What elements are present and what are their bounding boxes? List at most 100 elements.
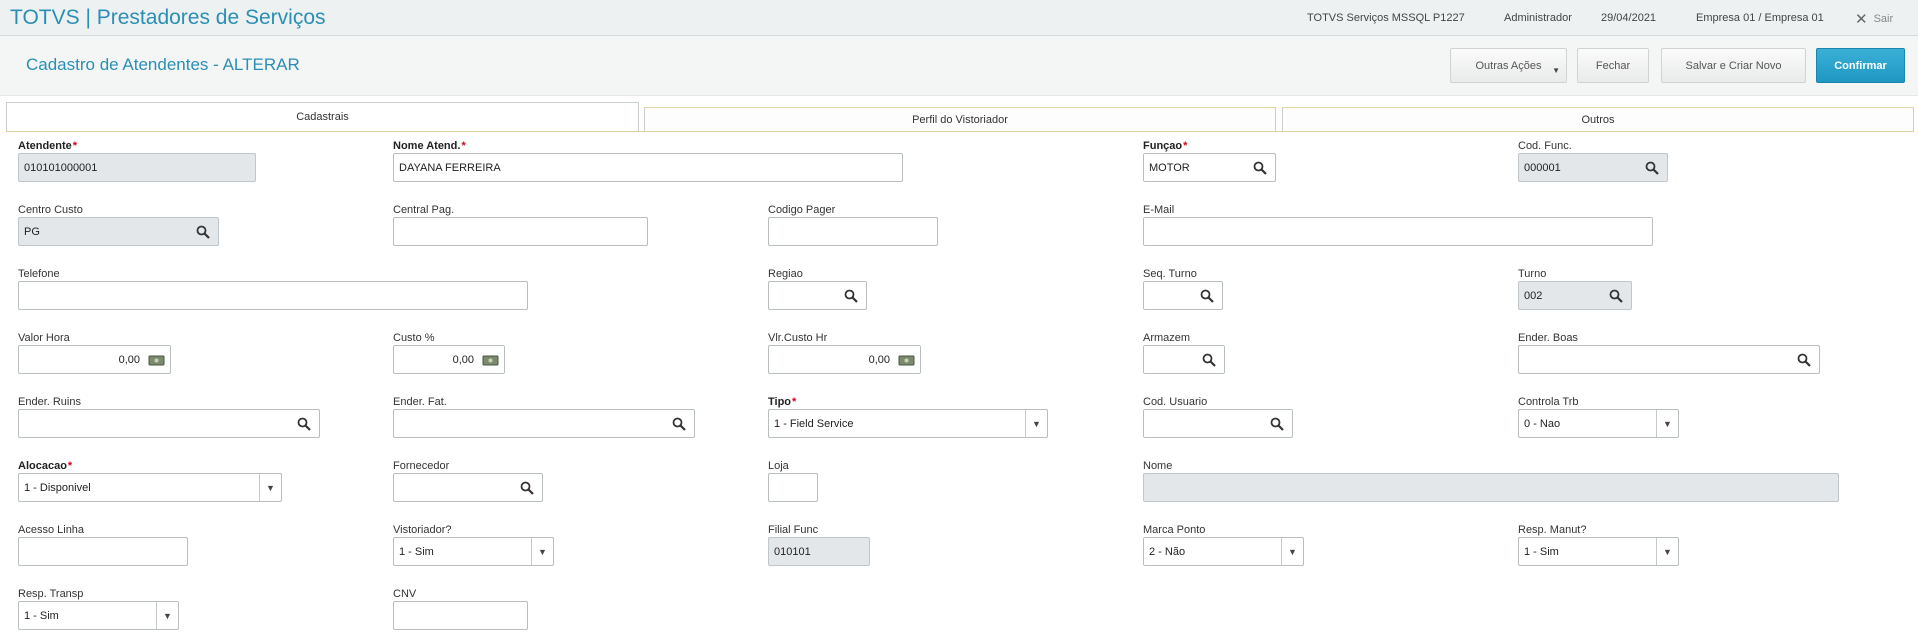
tipo-select[interactable]: 1 - Field Service ▼ (768, 409, 1048, 438)
cod-func-label: Cod. Func. (1518, 140, 1572, 152)
ender-fat-label: Ender. Fat. (393, 396, 447, 408)
loja-field[interactable] (768, 473, 818, 502)
more-actions-button[interactable]: Outras Ações ▼ (1450, 48, 1567, 83)
logout-button[interactable]: ✕ Sair (1855, 10, 1893, 28)
cod-usuario-label: Cod. Usuario (1143, 396, 1208, 408)
chevron-down-icon[interactable]: ▼ (531, 538, 553, 565)
telefone-label: Telefone (18, 268, 60, 280)
search-icon[interactable] (672, 417, 686, 431)
tab-perfil-vistoriador[interactable]: Perfil do Vistoriador (644, 107, 1276, 131)
resp-manut-select[interactable]: 1 - Sim ▼ (1518, 537, 1679, 566)
save-and-new-button[interactable]: Salvar e Criar Novo (1661, 48, 1806, 83)
chevron-down-icon[interactable]: ▼ (1656, 410, 1678, 437)
resp-transp-select[interactable]: 1 - Sim ▼ (18, 601, 179, 630)
filial-func-label: Filial Func (768, 524, 819, 536)
close-button[interactable]: Fechar (1577, 48, 1649, 83)
marca-ponto-label: Marca Ponto (1143, 524, 1206, 536)
search-icon[interactable] (1609, 289, 1623, 303)
environment-label: TOTVS Serviços MSSQL P1227 (1307, 12, 1465, 24)
vlr-custo-hr-label: Vlr.Custo Hr (768, 332, 828, 344)
email-field[interactable] (1143, 217, 1653, 246)
atendente-label: Atendente* (18, 140, 78, 152)
alocacao-select[interactable]: 1 - Disponivel ▼ (18, 473, 282, 502)
search-icon[interactable] (520, 481, 534, 495)
nome-field[interactable] (1143, 473, 1839, 502)
armazem-field[interactable] (1143, 345, 1225, 374)
custo-pct-field[interactable]: 0,00 (393, 345, 505, 374)
loja-label: Loja (768, 460, 789, 472)
nome-label: Nome (1143, 460, 1173, 472)
email-label: E-Mail (1143, 204, 1175, 216)
resp-manut-label: Resp. Manut? (1518, 524, 1587, 536)
atendente-field[interactable]: 010101000001 (18, 153, 256, 182)
central-pag-field[interactable] (393, 217, 648, 246)
codigo-pager-field[interactable] (768, 217, 938, 246)
chevron-down-icon[interactable]: ▼ (1656, 538, 1678, 565)
tipo-label: Tipo* (768, 396, 797, 408)
centro-custo-field[interactable]: PG (18, 217, 219, 246)
app-window: TOTVS | Prestadores de Serviços TOTVS Se… (0, 0, 1918, 638)
centro-custo-label: Centro Custo (18, 204, 83, 216)
chevron-down-icon[interactable]: ▼ (156, 602, 178, 629)
funcao-label: Funçao* (1143, 140, 1188, 152)
search-icon[interactable] (1253, 161, 1267, 175)
money-icon[interactable] (482, 354, 500, 366)
fornecedor-field[interactable] (393, 473, 543, 502)
chevron-down-icon[interactable]: ▼ (259, 474, 281, 501)
chevron-down-icon[interactable]: ▼ (1281, 538, 1303, 565)
search-icon[interactable] (297, 417, 311, 431)
central-pag-label: Central Pag. (393, 204, 455, 216)
ender-boas-field[interactable] (1518, 345, 1820, 374)
cnv-label: CNV (393, 588, 417, 600)
filial-func-field[interactable]: 010101 (768, 537, 870, 566)
vistoriador-label: Vistoriador? (393, 524, 452, 536)
ender-ruins-label: Ender. Ruins (18, 396, 81, 408)
codigo-pager-label: Codigo Pager (768, 204, 836, 216)
confirm-button[interactable]: Confirmar (1816, 48, 1905, 83)
close-icon: ✕ (1855, 11, 1868, 28)
seq-turno-label: Seq. Turno (1143, 268, 1197, 280)
regiao-field[interactable] (768, 281, 867, 310)
more-actions-label: Outras Ações (1475, 59, 1542, 72)
search-icon[interactable] (1200, 289, 1214, 303)
regiao-label: Regiao (768, 268, 803, 280)
top-bar: TOTVS | Prestadores de Serviços TOTVS Se… (0, 0, 1918, 36)
marca-ponto-select[interactable]: 2 - Não ▼ (1143, 537, 1304, 566)
money-icon[interactable] (148, 354, 166, 366)
valor-hora-field[interactable]: 0,00 (18, 345, 171, 374)
ender-boas-label: Ender. Boas (1518, 332, 1578, 344)
search-icon[interactable] (1270, 417, 1284, 431)
ender-fat-field[interactable] (393, 409, 695, 438)
tab-outros[interactable]: Outros (1282, 107, 1914, 131)
turno-field[interactable]: 002 (1518, 281, 1632, 310)
telefone-field[interactable] (18, 281, 528, 310)
tab-cadastrais[interactable]: Cadastrais (6, 102, 639, 131)
controla-trb-label: Controla Trb (1518, 396, 1579, 408)
seq-turno-field[interactable] (1143, 281, 1223, 310)
tab-divider (6, 131, 1914, 132)
money-icon[interactable] (898, 354, 916, 366)
resp-transp-label: Resp. Transp (18, 588, 84, 600)
cod-func-field[interactable]: 000001 (1518, 153, 1668, 182)
chevron-down-icon: ▼ (1552, 66, 1560, 75)
search-icon[interactable] (1645, 161, 1659, 175)
acesso-linha-field[interactable] (18, 537, 188, 566)
vistoriador-select[interactable]: 1 - Sim ▼ (393, 537, 554, 566)
search-icon[interactable] (1202, 353, 1216, 367)
cnv-field[interactable] (393, 601, 528, 630)
turno-label: Turno (1518, 268, 1547, 280)
nome-atend-field[interactable]: DAYANA FERREIRA (393, 153, 903, 182)
custo-pct-label: Custo % (393, 332, 435, 344)
search-icon[interactable] (844, 289, 858, 303)
search-icon[interactable] (196, 225, 210, 239)
chevron-down-icon[interactable]: ▼ (1025, 410, 1047, 437)
vlr-custo-hr-field[interactable]: 0,00 (768, 345, 921, 374)
controla-trb-select[interactable]: 0 - Nao ▼ (1518, 409, 1679, 438)
fornecedor-label: Fornecedor (393, 460, 450, 472)
ender-ruins-field[interactable] (18, 409, 320, 438)
armazem-label: Armazem (1143, 332, 1191, 344)
search-icon[interactable] (1797, 353, 1811, 367)
funcao-field[interactable]: MOTOR (1143, 153, 1276, 182)
cod-usuario-field[interactable] (1143, 409, 1293, 438)
page-title: Cadastro de Atendentes - ALTERAR (26, 55, 300, 74)
